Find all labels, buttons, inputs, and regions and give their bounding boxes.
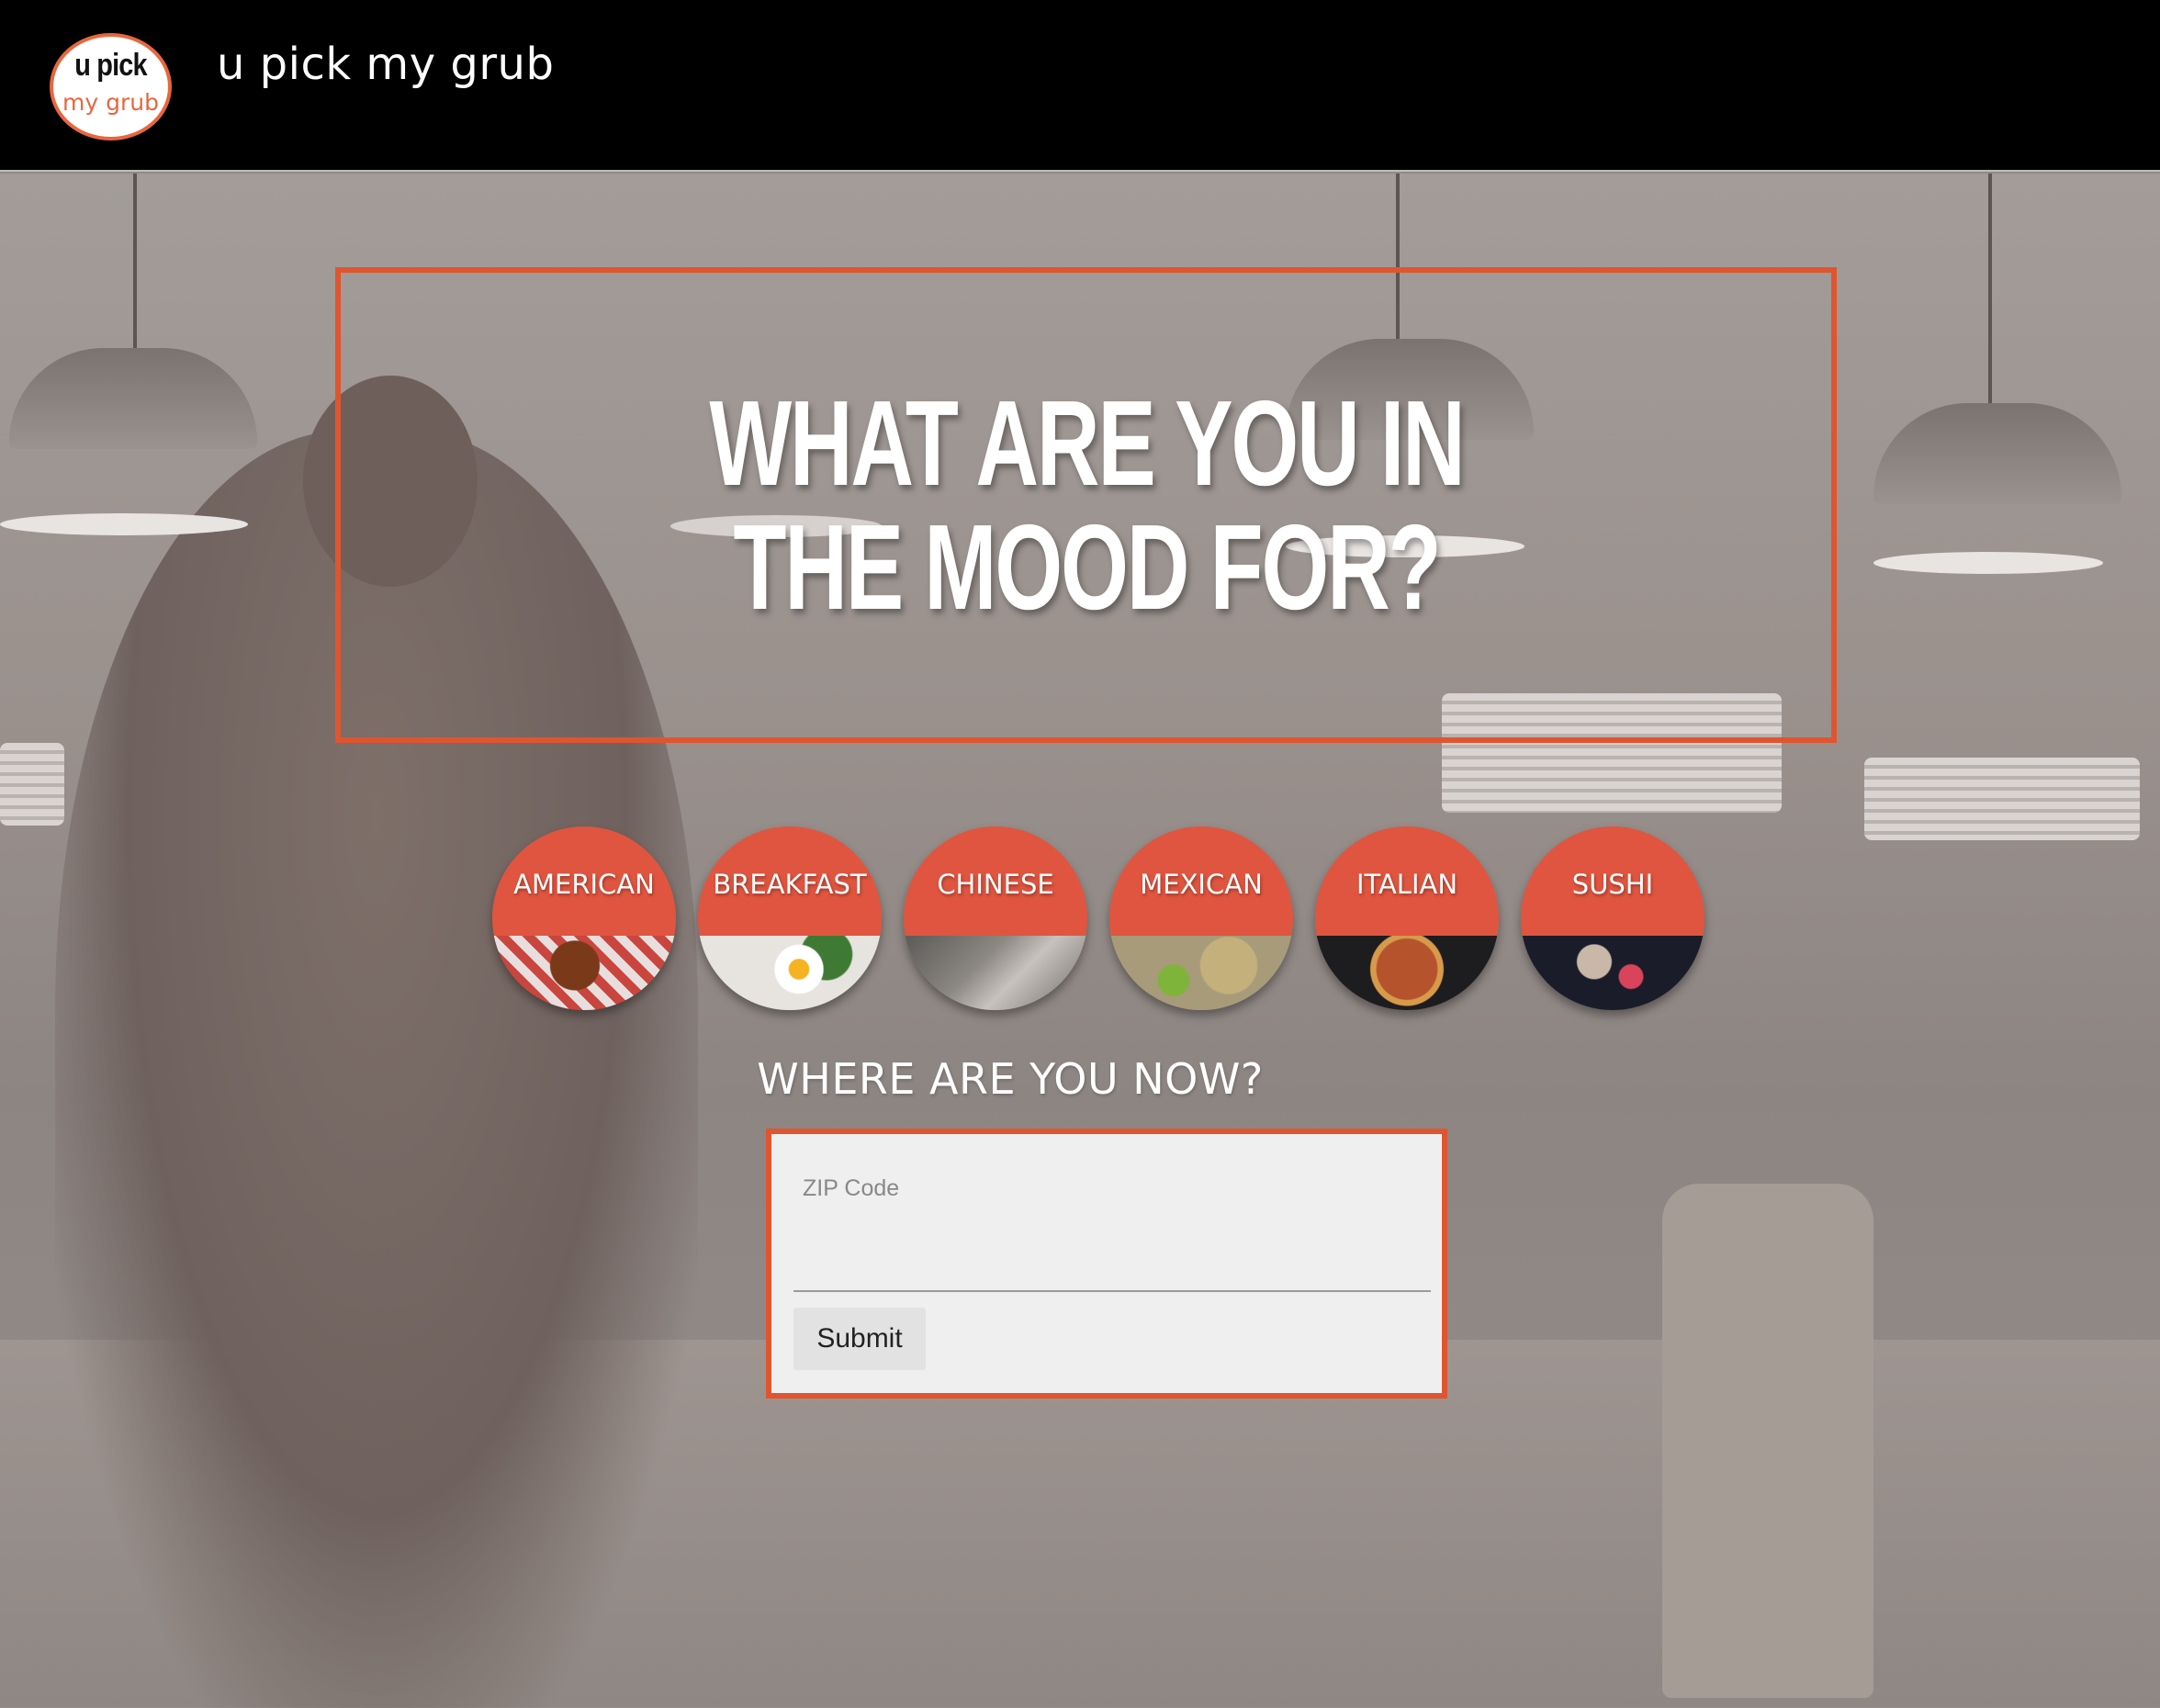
fried-egg-food-photo: [698, 936, 882, 1010]
logo[interactable]: u pick my grub: [50, 33, 172, 140]
hero-title: WHAT ARE YOU IN THE MOOD FOR?: [708, 376, 1465, 635]
lamp-cord: [133, 174, 137, 357]
cuisine-chinese-button[interactable]: CHINESE: [904, 826, 1087, 1010]
lamp-cord: [1988, 174, 1992, 412]
cuisine-label: MEXICAN: [1140, 869, 1263, 900]
pendant-lamp: [9, 348, 257, 449]
cuisine-label: AMERICAN: [513, 869, 655, 900]
submit-button[interactable]: Submit: [793, 1308, 926, 1370]
location-heading: WHERE ARE YOU NOW?: [757, 1054, 1264, 1104]
cuisine-label: BREAKFAST: [713, 869, 867, 900]
cuisine-options: AMERICAN BREAKFAST CHINESE MEXICAN ITALI…: [492, 826, 1704, 1010]
zip-code-input[interactable]: [793, 1208, 1431, 1292]
cuisine-label: SUSHI: [1571, 869, 1654, 900]
cuisine-breakfast-button[interactable]: BREAKFAST: [698, 826, 882, 1010]
sushi-food-photo: [1521, 936, 1704, 1010]
lamp-glow: [0, 513, 248, 535]
logo-text-top: u pick: [74, 48, 147, 83]
cuisine-sushi-button[interactable]: SUSHI: [1521, 826, 1704, 1010]
pendant-lamp: [1873, 403, 2121, 504]
tacos-food-photo: [1109, 936, 1293, 1010]
cuisine-label: ITALIAN: [1356, 869, 1458, 900]
burger-food-photo: [492, 936, 676, 1010]
cuisine-italian-button[interactable]: ITALIAN: [1315, 826, 1499, 1010]
logo-text-bottom: my grub: [62, 89, 159, 116]
plate-stack: [1864, 758, 2140, 840]
cuisine-label: CHINESE: [937, 869, 1054, 900]
cuisine-mexican-button[interactable]: MEXICAN: [1109, 826, 1293, 1010]
brand-name[interactable]: u pick my grub: [217, 39, 554, 90]
wok-food-photo: [904, 936, 1087, 1010]
lamp-glow: [1873, 552, 2103, 574]
zip-label: ZIP Code: [803, 1175, 900, 1201]
cuisine-american-button[interactable]: AMERICAN: [492, 826, 676, 1010]
pizza-food-photo: [1315, 936, 1499, 1010]
zip-form: ZIP Code Submit: [766, 1129, 1447, 1399]
plate-stack: [0, 743, 64, 826]
squeeze-bottle: [1662, 1184, 1873, 1698]
hero-box: WHAT ARE YOU IN THE MOOD FOR?: [335, 267, 1837, 743]
top-navbar: u pick my grub u pick my grub: [0, 0, 2160, 172]
